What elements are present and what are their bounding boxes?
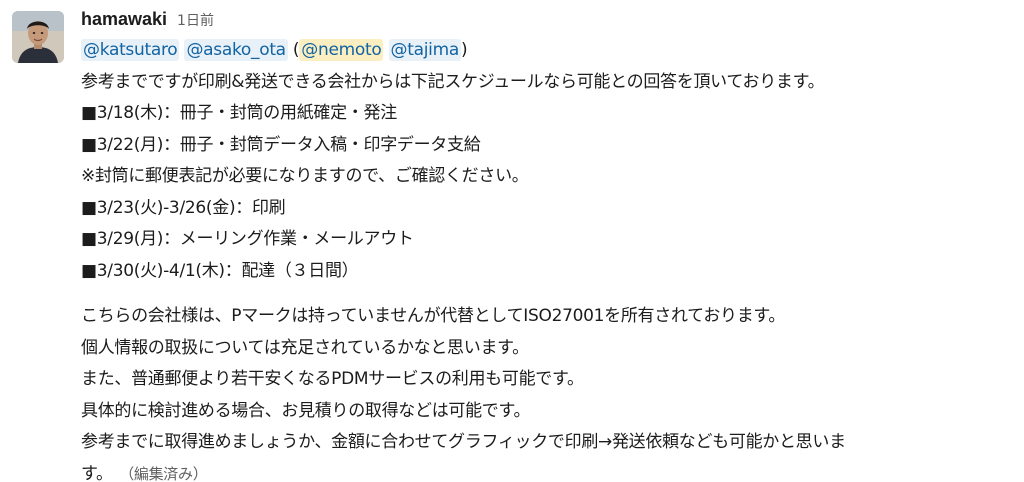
text-line: 参考までですが印刷&発送できる会社からは下記スケジュールなら可能との回答を頂いて… <box>81 71 825 92</box>
avatar-photo <box>12 11 64 63</box>
mention-nemoto[interactable]: @nemoto <box>299 39 384 61</box>
text-line: ■3/29(月)：メーリング作業・メールアウト <box>81 229 414 249</box>
timestamp[interactable]: 1日前 <box>177 10 214 30</box>
text-line: こちらの会社様は、Pマークは持っていませんが代替としてISO27001を所有され… <box>81 306 786 326</box>
text-line: また、普通郵便より若干安くなるPDMサービスの利用も可能です。 <box>81 369 584 389</box>
mention-katsutaro[interactable]: @katsutaro <box>81 39 180 61</box>
username[interactable]: hamawaki <box>81 9 167 30</box>
text-line: 具体的に検討進める場合、お見積りの取得などは可能です。 <box>81 400 531 421</box>
edited-label: （編集済み） <box>126 464 208 482</box>
text-line: ■3/23(火)-3/26(金)：印刷 <box>81 197 286 218</box>
text-line: ■3/22(月)：冊子・封筒データ入稿・印字データ支給 <box>81 134 481 155</box>
text-line: ■3/18(木)：冊子・封筒の用紙確定・発注 <box>81 103 397 123</box>
message-body: @katsutaro @asako_ota (@nemoto @tajima) … <box>81 35 1016 482</box>
text-line: 個人情報の取扱については充足されているかなと思います。 <box>81 337 529 358</box>
message-content: hamawaki 1日前 @katsutaro @asako_ota (@nem… <box>81 9 1016 482</box>
close-paren: ) <box>460 40 468 60</box>
mention-tajima[interactable]: @tajima <box>388 39 461 61</box>
text-line-last: す。 （編集済み） <box>81 459 1016 482</box>
last-line-text: す。 <box>81 463 113 482</box>
mention-asako-ota[interactable]: @asako_ota <box>184 39 288 61</box>
avatar[interactable] <box>12 11 64 63</box>
text-line: ※封筒に郵便表記が必要になりますので、ご確認ください。 <box>81 166 529 186</box>
mentions-line: @katsutaro @asako_ota (@nemoto @tajima) <box>81 35 1016 67</box>
text-line: ■3/30(火)-4/1(木)：配達（３日間） <box>81 260 359 281</box>
message-header: hamawaki 1日前 <box>81 9 1016 35</box>
message: hamawaki 1日前 @katsutaro @asako_ota (@nem… <box>0 0 1024 482</box>
text-line: 参考までに取得進めましょうか、金額に合わせてグラフィックで印刷→発送依頼なども可… <box>81 432 846 452</box>
